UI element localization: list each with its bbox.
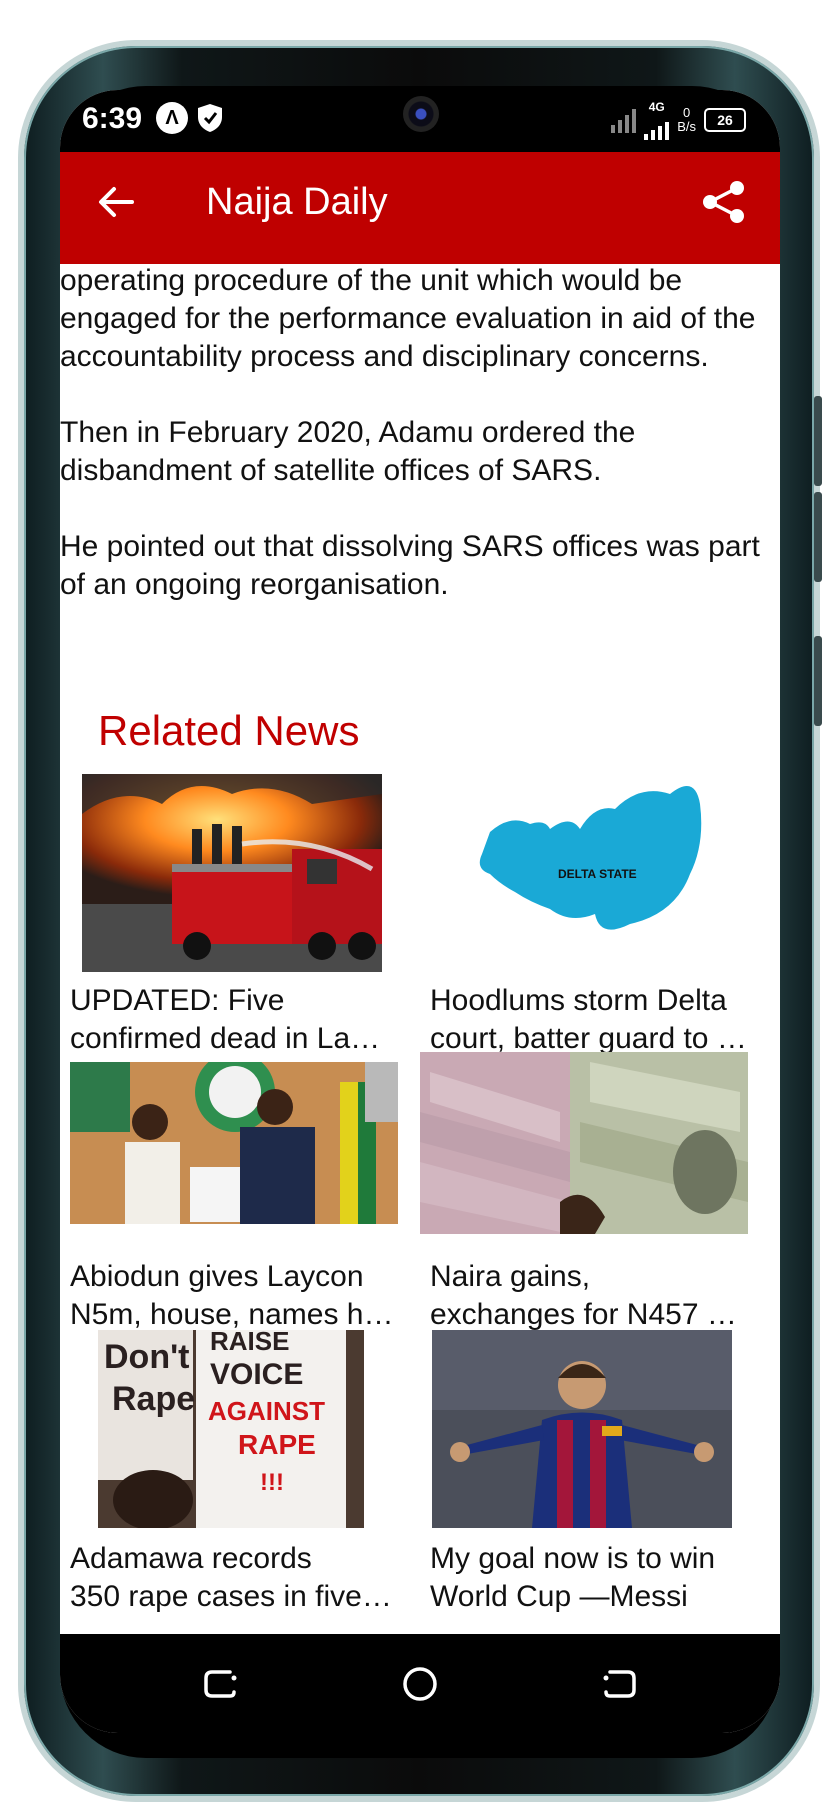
article-paragraph: He pointed out that dissolving SARS offi… <box>60 530 760 601</box>
app-bar: Naija Daily <box>60 152 780 264</box>
svg-text:AGAINST: AGAINST <box>208 1396 325 1426</box>
related-news-card[interactable]: Don't Rape RAISE VOICE AGAINST RAPE !!! … <box>60 1330 420 1613</box>
battery-icon: 26 <box>704 108 746 132</box>
power-button <box>814 636 822 726</box>
svg-text:VOICE: VOICE <box>210 1358 303 1391</box>
signal-icon-1 <box>611 107 637 133</box>
related-news-title: UPDATED: Five confirmed dead in La… <box>70 984 381 1055</box>
shield-icon <box>198 104 222 132</box>
back-icon[interactable] <box>592 1656 648 1712</box>
app-title: Naija Daily <box>206 181 388 223</box>
back-arrow-icon[interactable] <box>96 182 136 222</box>
screen: 6:39 Λ 4G 0 B/s 26 Naija Daily operating… <box>60 90 780 1733</box>
volume-up-button <box>814 396 822 486</box>
app-notification-icon: Λ <box>156 102 188 134</box>
article-paragraph: Then in February 2020, Adamu ordered the… <box>60 416 636 487</box>
share-icon[interactable] <box>702 180 746 224</box>
currency-notes-photo <box>420 1052 748 1234</box>
related-news-title: Hoodlums storm Delta court, batter guard… <box>430 984 747 1055</box>
front-camera <box>403 96 439 132</box>
svg-text:!!!: !!! <box>260 1469 284 1496</box>
svg-text:RAPE: RAPE <box>238 1429 316 1460</box>
recent-apps-icon[interactable] <box>192 1656 248 1712</box>
related-news-title: Naira gains, exchanges for N457 … <box>430 1260 737 1331</box>
related-news-heading: Related News <box>98 707 360 754</box>
network-type: 4G <box>648 100 665 114</box>
protest-placards-photo: Don't Rape RAISE VOICE AGAINST RAPE !!! <box>98 1330 364 1528</box>
map-label: DELTA STATE <box>558 867 637 881</box>
svg-text:Don't: Don't <box>104 1338 190 1376</box>
volume-down-button <box>814 492 822 582</box>
footballer-photo <box>432 1330 732 1528</box>
related-news-title: Abiodun gives Laycon N5m, house, names h… <box>70 1260 394 1331</box>
related-news-card[interactable]: Naira gains, exchanges for N457 … <box>420 1052 780 1331</box>
related-news-card[interactable]: UPDATED: Five confirmed dead in La… <box>60 774 420 1055</box>
elbow-greeting-photo <box>70 1062 398 1224</box>
related-news-card[interactable]: My goal now is to win World Cup —Messi <box>420 1330 780 1613</box>
signal-icon-2 <box>644 114 670 140</box>
article-content: operating procedure of the unit which wo… <box>60 264 780 1634</box>
related-news-card[interactable]: Abiodun gives Laycon N5m, house, names h… <box>60 1062 420 1331</box>
fire-truck-photo <box>82 774 382 972</box>
delta-state-map: DELTA STATE <box>420 774 760 972</box>
related-news-title: My goal now is to win World Cup —Messi <box>430 1542 716 1613</box>
status-time: 6:39 <box>82 102 143 135</box>
article-paragraph: operating procedure of the unit which wo… <box>60 264 756 373</box>
system-navigation-bar <box>60 1634 780 1733</box>
svg-text:Rape: Rape <box>112 1380 195 1418</box>
related-news-title: Adamawa records 350 rape cases in five… <box>70 1542 392 1613</box>
related-news-card[interactable]: DELTA STATE Hoodlums storm Delta court, … <box>420 774 780 1055</box>
article-body: operating procedure of the unit which wo… <box>60 264 760 642</box>
status-icons: 4G 0 B/s 26 <box>611 100 746 140</box>
network-speed: 0 B/s <box>677 105 696 134</box>
svg-text:RAISE: RAISE <box>210 1330 289 1356</box>
home-icon[interactable] <box>392 1656 448 1712</box>
